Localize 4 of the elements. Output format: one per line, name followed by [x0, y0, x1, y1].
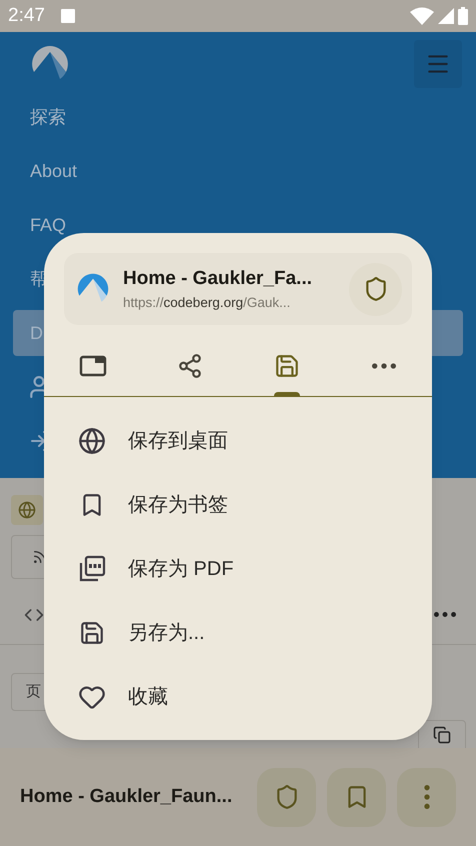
page-url: https://codeberg.org/Gauk...: [123, 294, 292, 312]
status-time: 2:47: [8, 4, 45, 28]
page-title: Home - Gaukler_Faun...: [20, 784, 234, 809]
dialog-title: Home - Gaukler_Fa...: [123, 266, 314, 291]
